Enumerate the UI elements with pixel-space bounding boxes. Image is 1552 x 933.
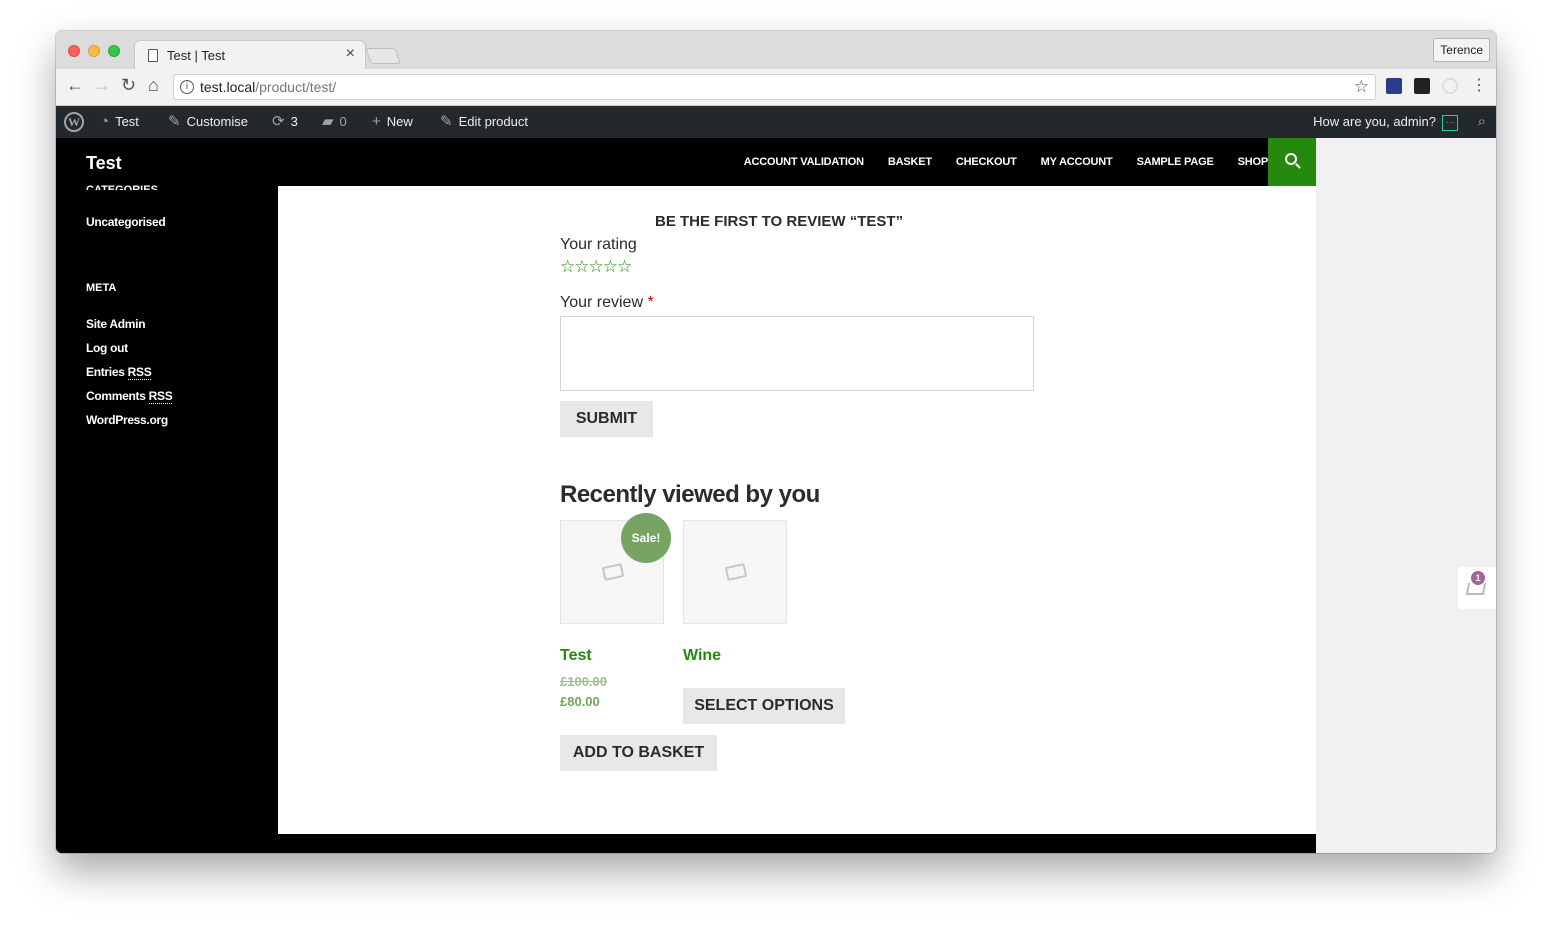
- profile-button[interactable]: Terence: [1433, 38, 1490, 62]
- browser-tab[interactable]: Test | Test ×: [134, 40, 366, 70]
- primary-nav: ACCOUNT VALIDATION BASKET CHECKOUT MY AC…: [720, 138, 1268, 186]
- select-options-button[interactable]: SELECT OPTIONS: [683, 688, 845, 724]
- site-title[interactable]: Test: [86, 153, 122, 174]
- menu-kebab-icon[interactable]: ⋮: [1471, 75, 1487, 95]
- tab-title: Test | Test: [167, 48, 226, 63]
- meta-heading: META: [86, 282, 117, 294]
- floating-cart-button[interactable]: 1: [1458, 567, 1496, 609]
- admin-comments-link[interactable]: ▰ 0: [322, 106, 347, 138]
- recently-viewed-title: Recently viewed by you: [560, 481, 820, 508]
- wordpress-org-link[interactable]: WordPress.org: [86, 413, 168, 427]
- pencil-icon: ✎: [440, 113, 453, 130]
- new-tab-button[interactable]: [365, 48, 401, 64]
- comments-rss-link[interactable]: Comments RSS: [86, 389, 173, 404]
- product-name-test[interactable]: Test: [560, 647, 592, 665]
- back-arrow-icon[interactable]: ←: [66, 75, 84, 96]
- nav-sample-page[interactable]: SAMPLE PAGE: [1137, 156, 1214, 168]
- wp-admin-bar: W ◔ Test ✎ Customise ⟳ 3 ▰ 0 + New ✎ Edit prod…: [56, 106, 1496, 138]
- review-textarea[interactable]: [560, 316, 1034, 391]
- product-thumbnail-wine[interactable]: [683, 520, 787, 624]
- main-content: BE THE FIRST TO REVIEW “TEST” Your ratin…: [278, 186, 1316, 834]
- brush-icon: ✎: [168, 113, 181, 130]
- tab-strip: Test | Test × Terence: [56, 31, 1496, 70]
- product-name-wine[interactable]: Wine: [683, 647, 721, 665]
- add-to-basket-button[interactable]: ADD TO BASKET: [560, 735, 717, 771]
- placeholder-image-icon: [601, 563, 625, 581]
- placeholder-image-icon: [724, 563, 748, 581]
- rating-label: Your rating: [560, 236, 637, 253]
- home-icon[interactable]: ⌂: [148, 75, 159, 96]
- minimize-window-button[interactable]: [88, 45, 100, 57]
- dashboard-icon: ◔: [100, 113, 110, 130]
- forward-arrow-icon[interactable]: →: [93, 75, 111, 96]
- star-rating-input[interactable]: ☆☆☆☆☆: [560, 257, 632, 277]
- nav-my-account[interactable]: MY ACCOUNT: [1041, 156, 1113, 168]
- comment-icon: ▰: [322, 113, 334, 130]
- nav-account-validation[interactable]: ACCOUNT VALIDATION: [744, 156, 864, 168]
- admin-site-link[interactable]: ◔ Test: [100, 106, 139, 138]
- search-icon: ⌕: [1477, 113, 1486, 130]
- close-window-button[interactable]: [68, 45, 80, 57]
- regular-price: £100.00: [560, 674, 607, 689]
- bookmark-star-icon[interactable]: ☆: [1354, 77, 1369, 97]
- review-form-title: BE THE FIRST TO REVIEW “TEST”: [655, 213, 904, 230]
- tab-close-icon[interactable]: ×: [346, 45, 355, 63]
- globe-extension-icon[interactable]: [1442, 78, 1458, 94]
- avatar: ···: [1442, 114, 1458, 131]
- page-gutter: 1: [1316, 138, 1496, 853]
- admin-updates-link[interactable]: ⟳ 3: [272, 106, 298, 138]
- maximize-window-button[interactable]: [108, 45, 120, 57]
- category-link[interactable]: Uncategorised: [86, 215, 166, 229]
- browser-window: Test | Test × Terence ← → ↻ ⌂ i test.loc…: [56, 31, 1496, 853]
- admin-customise-link[interactable]: ✎ Customise: [168, 106, 248, 138]
- extension-icon[interactable]: [1386, 78, 1402, 94]
- terminal-extension-icon[interactable]: [1414, 78, 1430, 94]
- site-admin-link[interactable]: Site Admin: [86, 317, 146, 331]
- sale-badge: Sale!: [621, 513, 671, 563]
- sale-price: £80.00: [560, 694, 600, 709]
- log-out-link[interactable]: Log out: [86, 341, 128, 355]
- admin-edit-product-link[interactable]: ✎ Edit product: [440, 106, 528, 138]
- reload-icon[interactable]: ↻: [121, 75, 136, 96]
- updates-icon: ⟳: [272, 113, 285, 130]
- plus-icon: +: [372, 113, 381, 130]
- categories-heading: CATEGORIES: [86, 184, 158, 190]
- site-area: Test ACCOUNT VALIDATION BASKET CHECKOUT …: [56, 138, 1316, 853]
- entries-rss-link[interactable]: Entries RSS: [86, 365, 152, 380]
- admin-account-menu[interactable]: How are you, admin? ···: [1313, 106, 1458, 138]
- submit-button[interactable]: SUBMIT: [560, 401, 653, 437]
- cart-count-badge: 1: [1471, 571, 1485, 585]
- browser-toolbar: ← → ↻ ⌂ i test.local/product/test/ ☆ ⋮: [56, 69, 1496, 106]
- wordpress-logo-icon[interactable]: W: [64, 112, 84, 132]
- search-toggle-button[interactable]: [1268, 138, 1316, 186]
- page-icon: [148, 49, 158, 62]
- nav-basket[interactable]: BASKET: [888, 156, 932, 168]
- footer: [56, 834, 1316, 853]
- info-icon[interactable]: i: [180, 80, 194, 94]
- nav-shop[interactable]: SHOP: [1238, 156, 1269, 168]
- admin-search-icon[interactable]: ⌕: [1478, 106, 1486, 138]
- nav-checkout[interactable]: CHECKOUT: [956, 156, 1017, 168]
- address-bar[interactable]: i test.local/product/test/ ☆: [173, 74, 1376, 100]
- review-label: Your review *: [560, 294, 654, 311]
- admin-new-link[interactable]: + New: [372, 106, 413, 138]
- url-text: test.local/product/test/: [200, 79, 337, 95]
